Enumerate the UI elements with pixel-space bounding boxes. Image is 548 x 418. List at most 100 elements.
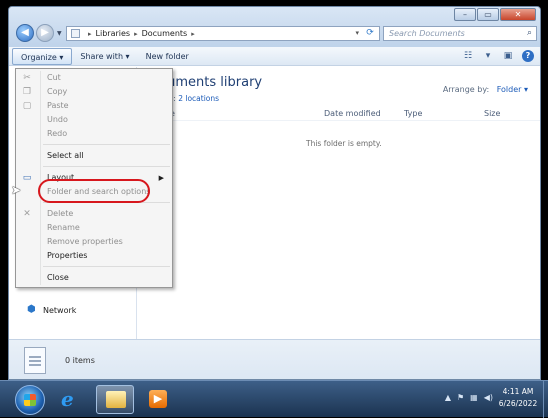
breadcrumb-arrow-icon[interactable]: ▸ [134, 30, 138, 38]
show-desktop-button[interactable] [543, 381, 548, 418]
locations-link[interactable]: 2 locations [178, 94, 219, 103]
nav-item-network[interactable]: ⬢ Network [27, 305, 76, 315]
arrange-by-label: Arrange by: [442, 85, 490, 94]
menu-item-redo-label: Redo [47, 129, 68, 138]
clock-date: 6/26/2022 [498, 399, 538, 408]
close-window-button[interactable]: ✕ [500, 8, 536, 21]
preview-pane-icon[interactable]: ▣ [502, 50, 514, 62]
menu-item-remove-properties[interactable]: Remove properties [16, 235, 172, 249]
breadcrumb-documents[interactable]: Documents [142, 29, 188, 38]
menu-item-select-all-label: Select all [47, 151, 84, 160]
breadcrumb-arrow-icon[interactable]: ▸ [88, 30, 92, 38]
recent-pages-dropdown-icon[interactable]: ▼ [57, 30, 62, 37]
library-icon [71, 29, 80, 38]
menu-item-delete[interactable]: ✕ Delete [16, 207, 172, 221]
menu-item-undo-label: Undo [47, 115, 68, 124]
paste-icon: ▢ [22, 101, 32, 111]
breadcrumb-libraries[interactable]: Libraries [96, 29, 131, 38]
menu-item-copy[interactable]: ❐ Copy [16, 85, 172, 99]
search-input[interactable]: Search Documents ⌕ [383, 26, 537, 41]
caption-buttons: – ▭ ✕ [453, 8, 536, 21]
menu-item-cut-label: Cut [47, 73, 61, 82]
arrange-by-dropdown[interactable]: Folder ▾ [497, 85, 528, 94]
organize-menu: ✂ Cut ❐ Copy ▢ Paste Undo Redo Select al… [15, 68, 173, 288]
menu-item-cut[interactable]: ✂ Cut [16, 71, 172, 85]
document-icon [24, 347, 46, 374]
organize-button[interactable]: Organize ▾ [12, 47, 73, 65]
details-pane: 0 items [9, 339, 540, 379]
refresh-icon[interactable]: ⟳ [363, 28, 377, 38]
title-bar: – ▭ ✕ ◀ ▶ ▼ ▸ Libraries ▸ Documents ▸ ▾ … [9, 7, 540, 47]
address-bar[interactable]: ▸ Libraries ▸ Documents ▸ ▾ ⟳ [66, 26, 380, 41]
menu-item-paste-label: Paste [47, 101, 69, 110]
menu-item-properties-label: Properties [47, 251, 88, 260]
new-folder-button[interactable]: New folder [138, 48, 197, 65]
menu-item-select-all[interactable]: Select all [16, 149, 172, 163]
system-tray: ▲ ⚑ ▦ ◀) [439, 393, 493, 402]
change-view-icon[interactable]: ☷ [462, 50, 474, 62]
menu-item-rename[interactable]: Rename [16, 221, 172, 235]
menu-item-delete-label: Delete [47, 209, 74, 218]
empty-folder-message: This folder is empty. [306, 139, 382, 148]
internet-explorer-icon: e [61, 387, 74, 411]
menu-item-copy-label: Copy [47, 87, 68, 96]
library-title: cuments library [160, 75, 263, 90]
red-highlight-circle [38, 179, 150, 203]
menu-item-close-label: Close [47, 273, 69, 282]
search-placeholder: Search Documents [389, 29, 465, 38]
menu-separator [43, 166, 170, 167]
address-dropdown-icon[interactable]: ▾ [355, 29, 359, 37]
menu-item-redo[interactable]: Redo [16, 127, 172, 141]
folder-icon [106, 391, 126, 408]
clock-time: 4:11 AM [502, 387, 534, 396]
breadcrumb-arrow-icon[interactable]: ▸ [191, 30, 195, 38]
mouse-cursor-icon: ➤ [11, 183, 22, 197]
copy-icon: ❐ [22, 87, 32, 97]
explorer-window: – ▭ ✕ ◀ ▶ ▼ ▸ Libraries ▸ Documents ▸ ▾ … [8, 6, 541, 380]
back-arrow-icon[interactable]: ◀ [16, 24, 34, 42]
menu-item-close[interactable]: Close [16, 271, 172, 285]
layout-icon: ▭ [22, 173, 32, 183]
menu-item-rename-label: Rename [47, 223, 80, 232]
column-headers: e Date modified Type Size [138, 107, 540, 121]
view-dropdown-icon[interactable]: ▾ [482, 50, 494, 62]
scissors-icon: ✂ [23, 73, 31, 83]
clock[interactable]: 4:11 AM 6/26/2022 [496, 386, 540, 410]
arrange-by: Arrange by: Folder ▾ [443, 85, 528, 94]
library-content: cuments library des: 2 locations Arrange… [138, 67, 540, 339]
delete-icon: ✕ [23, 209, 31, 219]
item-count: 0 items [65, 356, 95, 365]
share-with-button[interactable]: Share with ▾ [72, 48, 137, 65]
taskbar-internet-explorer[interactable]: e [53, 385, 91, 414]
search-icon[interactable]: ⌕ [527, 28, 532, 38]
command-toolbar: Organize ▾ Share with ▾ New folder ☷ ▾ ▣… [9, 47, 540, 66]
show-hidden-icons-icon[interactable]: ▲ [445, 393, 451, 402]
volume-icon[interactable]: ◀) [484, 393, 493, 402]
column-header-date-modified[interactable]: Date modified [324, 109, 381, 118]
menu-item-remove-properties-label: Remove properties [47, 237, 123, 246]
menu-item-undo[interactable]: Undo [16, 113, 172, 127]
taskbar-windows-explorer[interactable] [96, 385, 134, 414]
start-button[interactable] [15, 385, 45, 415]
navigation-buttons: ◀ ▶ ▼ [16, 24, 62, 42]
taskbar: e ▶ ▲ ⚑ ▦ ◀) 4:11 AM 6/26/2022 [0, 380, 548, 418]
column-header-size[interactable]: Size [484, 109, 500, 118]
menu-item-properties[interactable]: Properties [16, 249, 172, 263]
nav-item-network-label: Network [43, 305, 77, 315]
desktop: – ▭ ✕ ◀ ▶ ▼ ▸ Libraries ▸ Documents ▸ ▾ … [0, 0, 548, 418]
maximize-button[interactable]: ▭ [477, 8, 499, 21]
view-controls: ☷ ▾ ▣ ? [454, 50, 534, 62]
address-controls: ▾ ⟳ [351, 28, 377, 38]
column-header-type[interactable]: Type [404, 109, 422, 118]
taskbar-media-player[interactable]: ▶ [139, 385, 177, 414]
action-center-flag-icon[interactable]: ⚑ [457, 393, 464, 402]
forward-arrow-icon[interactable]: ▶ [36, 24, 54, 42]
minimize-button[interactable]: – [454, 8, 476, 21]
help-icon[interactable]: ? [522, 50, 534, 62]
submenu-arrow-icon: ▶ [158, 174, 164, 182]
menu-separator [43, 144, 170, 145]
network-icon: ⬢ [27, 304, 36, 315]
menu-item-paste[interactable]: ▢ Paste [16, 99, 172, 113]
network-status-icon[interactable]: ▦ [470, 393, 478, 402]
menu-separator [43, 266, 170, 267]
